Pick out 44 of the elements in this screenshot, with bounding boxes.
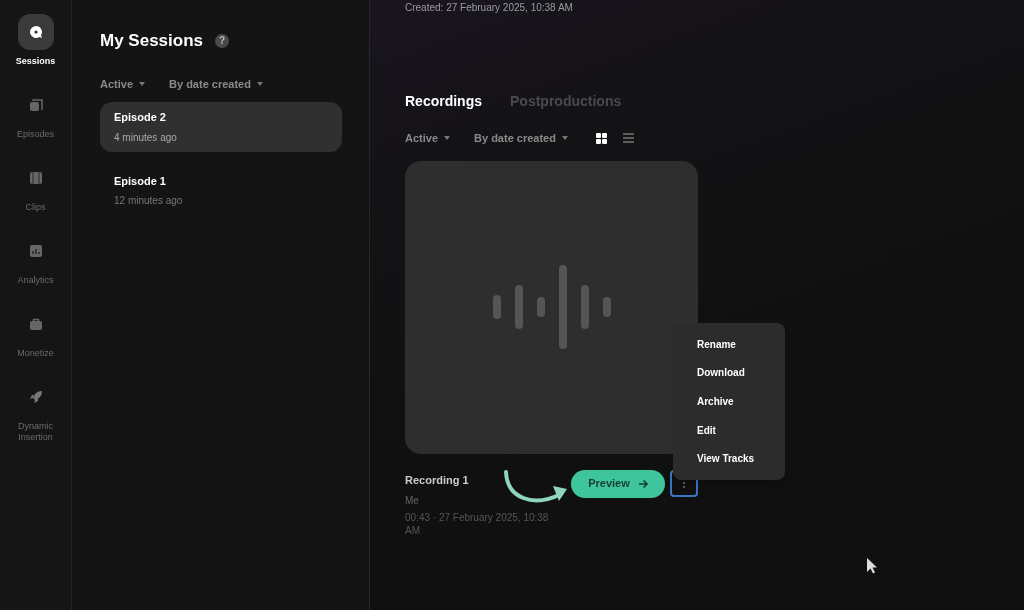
filter-dropdown[interactable]: Active xyxy=(100,75,146,92)
recording-meta: 00:43 · 27 February 2025, 10:38 AM xyxy=(405,511,550,537)
caret-icon xyxy=(139,81,146,86)
created-date: Created: 27 February 2025, 10:38 AM xyxy=(405,1,574,15)
menu-item[interactable]: Download xyxy=(673,358,785,388)
nav-item[interactable]: Dynamic Insertion xyxy=(3,379,68,443)
menu-item[interactable]: Edit xyxy=(673,415,785,445)
stacked-squares-icon xyxy=(28,98,43,112)
film-icon xyxy=(28,171,43,185)
nav-item[interactable]: Monetize xyxy=(3,306,68,359)
list-view-icon[interactable] xyxy=(622,133,634,144)
chat-icon xyxy=(28,25,43,39)
session-item[interactable]: Episode 2 4 minutes ago xyxy=(100,102,342,152)
menu-item[interactable]: View Tracks xyxy=(673,444,785,473)
money-bag-icon xyxy=(28,317,43,331)
session-time: 12 minutes ago xyxy=(114,194,184,208)
tab[interactable]: Recordings xyxy=(405,91,482,112)
menu-item[interactable]: Rename xyxy=(673,330,785,359)
preview-button[interactable]: Preview xyxy=(571,469,665,498)
caret-icon xyxy=(561,136,568,141)
nav-item[interactable]: Analytics xyxy=(3,233,68,286)
arrow-right-icon xyxy=(637,478,648,489)
filter-dropdown[interactable]: Active xyxy=(405,130,451,147)
menu-item[interactable]: Archive xyxy=(673,387,785,416)
nav-item[interactable]: Episodes xyxy=(3,87,68,140)
session-title: Episode 2 xyxy=(114,110,167,125)
waveform-icon xyxy=(492,265,611,349)
panel-title: My Sessions xyxy=(100,30,203,52)
nav-item[interactable]: Clips xyxy=(3,160,68,213)
mouse-pointer-icon xyxy=(867,558,877,574)
filter-dropdown[interactable]: By date created xyxy=(474,130,568,147)
nav-item[interactable]: Sessions xyxy=(3,14,68,67)
session-item[interactable]: Episode 1 12 minutes ago xyxy=(100,165,342,215)
recording-author: Me xyxy=(405,494,420,508)
help-icon[interactable]: ? xyxy=(215,33,229,48)
rocket-icon xyxy=(28,390,43,404)
session-time: 4 minutes ago xyxy=(114,130,178,145)
recording-title: Recording 1 xyxy=(405,472,470,488)
chart-icon xyxy=(28,244,43,258)
caret-icon xyxy=(444,136,451,141)
filter-dropdown[interactable]: By date created xyxy=(169,75,263,92)
caret-icon xyxy=(256,81,263,86)
grid-view-icon[interactable] xyxy=(595,132,607,144)
session-title: Episode 1 xyxy=(114,173,167,189)
